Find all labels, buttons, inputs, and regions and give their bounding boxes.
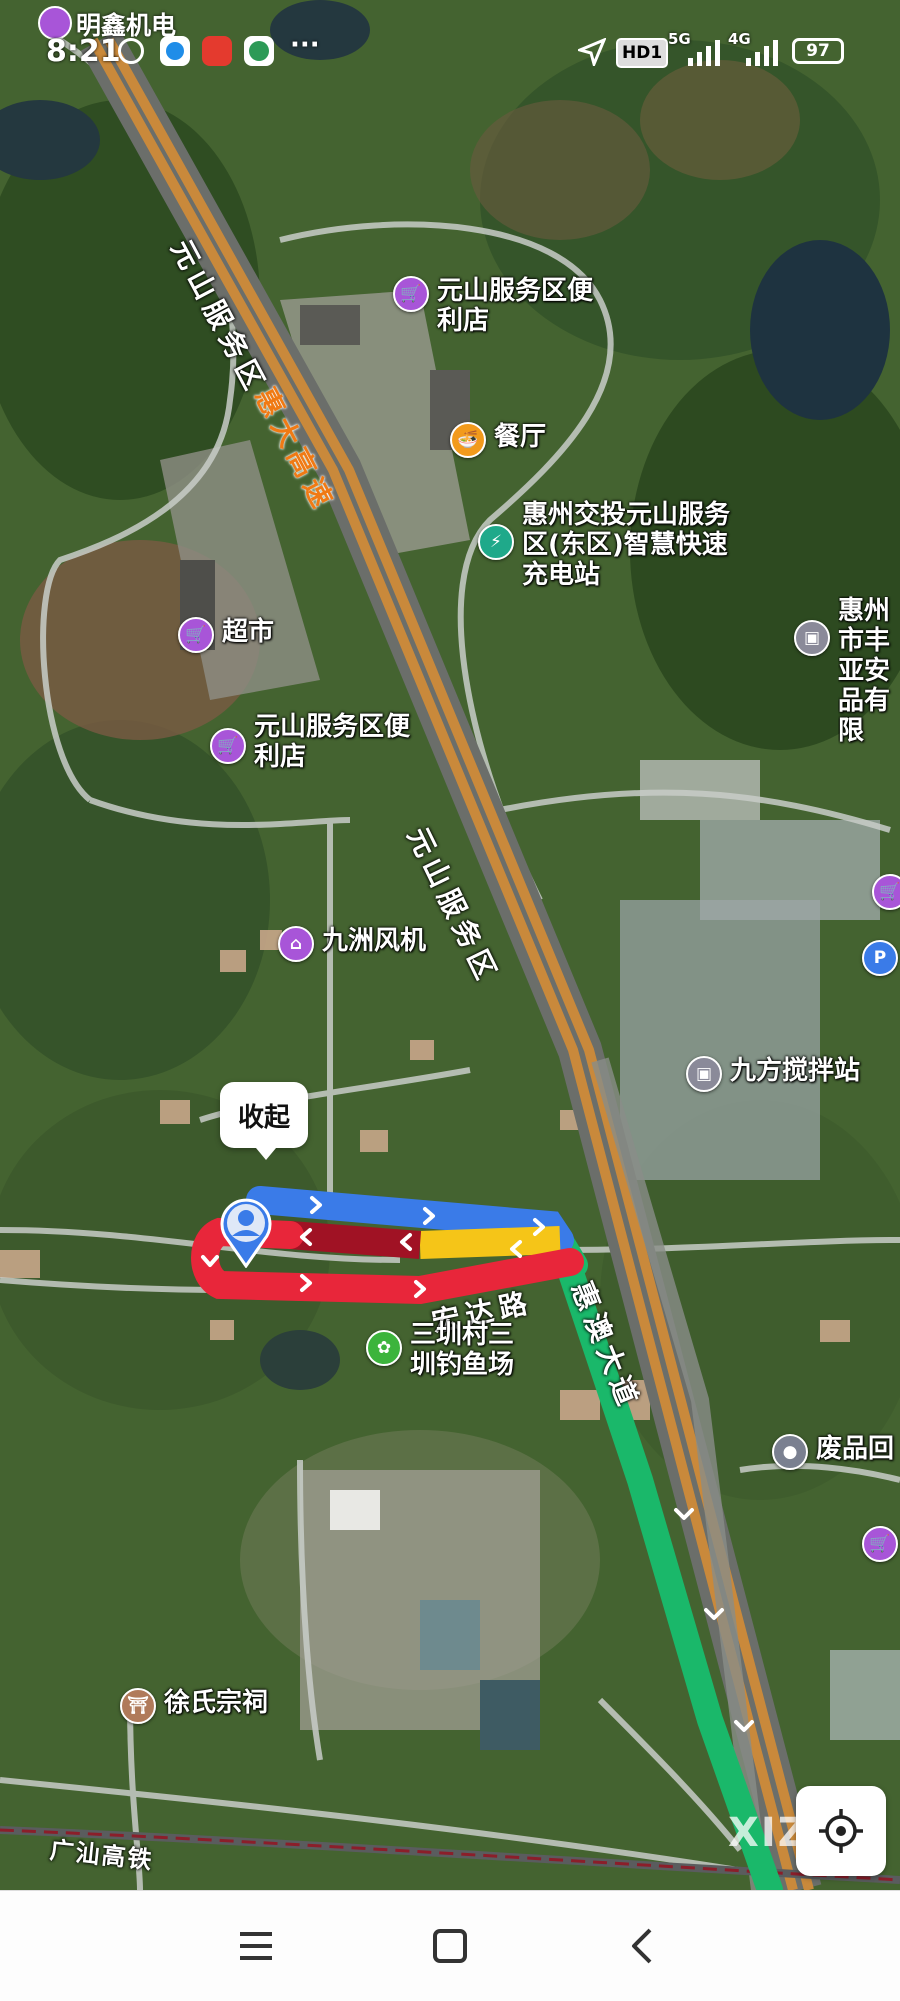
recycle-icon: ● [772,1434,808,1470]
user-location-marker[interactable] [218,1196,274,1269]
location-arrow-icon [578,38,606,66]
shopping-cart-icon: 🛒 [393,276,429,312]
hd-badge: HD1 [616,38,669,68]
shopping-cart-icon: 🛒 [210,728,246,764]
poi-label: 惠州交投元山服务区(东区)智慧快速充电站 [522,500,731,590]
signal-icon-2 [746,40,778,66]
temple-icon: ⛩ [120,1688,156,1724]
shopping-cart-icon[interactable]: 🛒 [872,874,900,910]
app-icon-2 [202,36,232,66]
app-icon-1 [160,36,190,66]
fishing-icon: ✿ [366,1330,402,1366]
poi-jiuzhou[interactable]: ⌂ 九洲风机 [278,926,426,962]
alarm-icon [118,38,144,64]
battery-level: 97 [806,41,830,61]
poi-company[interactable]: ▣ 惠州市丰亚安品有限 [794,596,900,746]
clock: 8:21 [46,34,121,69]
shopping-cart-icon[interactable]: 🛒 [862,1526,898,1562]
poi-label: 九洲风机 [322,926,427,956]
back-button[interactable] [614,1916,674,1976]
status-bar: 明鑫机电 8:21 ··· HD1 5G 4G 97 [0,0,900,80]
poi-label: 元山服务区便利店 [437,276,594,336]
map-view[interactable]: 元山服务区 惠大高速 元山服务区 宏达路 惠澳大道 广汕高铁 🛒 元山服务区便利… [0,0,900,1890]
restaurant-icon: 🍜 [450,422,486,458]
signal-icon [688,40,720,66]
poi-label: 九方搅拌站 [730,1056,861,1086]
poi-label: 徐氏宗祠 [164,1688,269,1718]
poi-charging[interactable]: ⚡ 惠州交投元山服务区(东区)智慧快速充电站 [478,500,732,590]
poi-store-1[interactable]: 🛒 元山服务区便利店 [393,276,597,336]
poi-temple[interactable]: ⛩ 徐氏宗祠 [120,1688,268,1724]
home-icon [433,1929,467,1963]
poi-jiufang[interactable]: ▣ 九方搅拌站 [686,1056,860,1092]
app-icon-3 [244,36,274,66]
poi-fishing[interactable]: ✿ 三圳村三圳钓鱼场 [366,1320,530,1380]
poi-recycle[interactable]: ● 废品回 [772,1434,894,1470]
charging-icon: ⚡ [478,524,514,560]
home-button[interactable] [420,1916,480,1976]
more-notifications-icon: ··· [290,30,320,60]
poi-label: 三圳村三圳钓鱼场 [410,1320,515,1380]
shopping-cart-icon: 🛒 [178,617,214,653]
system-nav-bar [0,1890,900,2001]
collapse-button[interactable]: 收起 [220,1082,308,1160]
poi-store-2[interactable]: 🛒 元山服务区便利店 [210,712,414,772]
poi-label: 废品回 [816,1434,895,1464]
parking-icon[interactable]: P [862,940,898,976]
poi-label: 惠州市丰亚安品有限 [838,596,891,746]
locate-icon [819,1809,863,1853]
company-icon: ▣ [794,620,830,656]
poi-supermarket[interactable]: 🛒 超市 [178,617,274,653]
back-icon [632,1928,652,1964]
poi-restaurant[interactable]: 🍜 餐厅 [450,422,546,458]
menu-button[interactable] [226,1916,286,1976]
shop-icon: ⌂ [278,926,314,962]
poi-label: 元山服务区便利店 [254,712,411,772]
menu-icon [240,1932,272,1960]
poi-label: 餐厅 [494,422,547,452]
poi-label: 超市 [222,617,275,647]
company-icon: ▣ [686,1056,722,1092]
locate-button[interactable] [796,1786,886,1876]
battery-icon: 97 [792,38,844,64]
